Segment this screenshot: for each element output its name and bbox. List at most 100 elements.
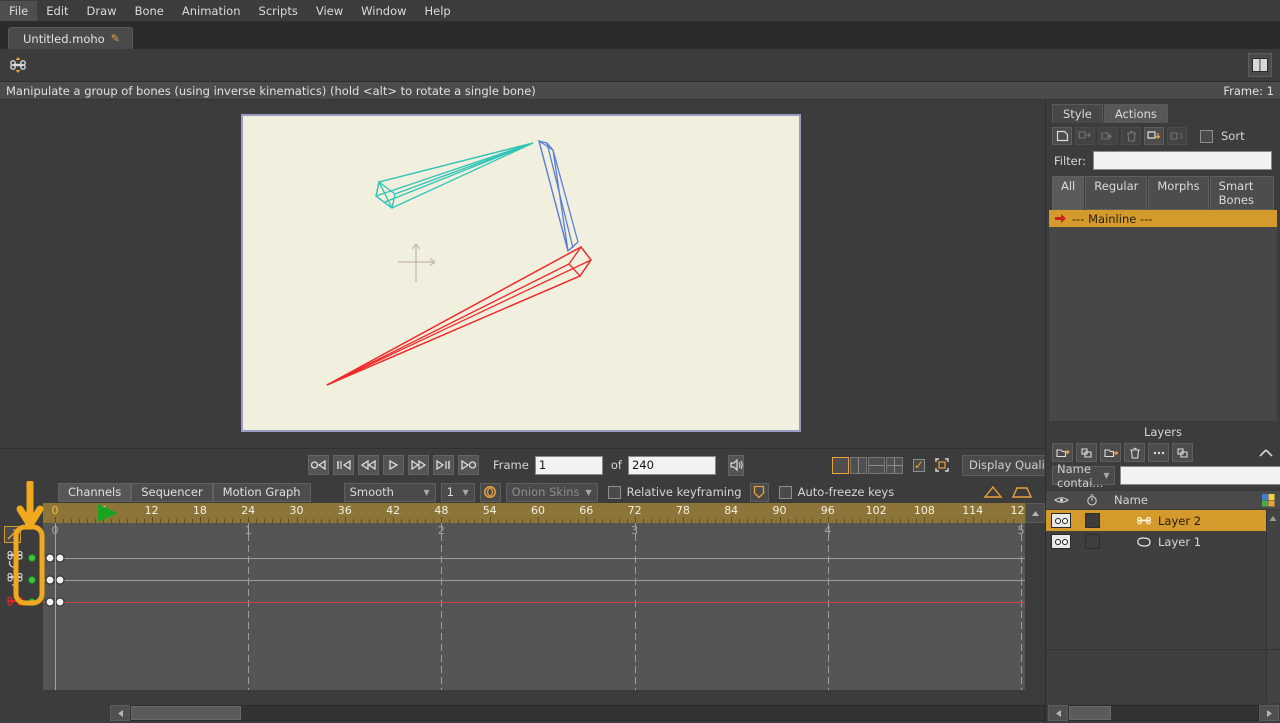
play-button[interactable]: [383, 455, 404, 475]
layers-list[interactable]: Layer 2 Layer 1: [1046, 510, 1280, 650]
scroll-right-button[interactable]: [1259, 705, 1279, 721]
channel-enabled-dot[interactable]: [28, 598, 36, 606]
document-tab[interactable]: Untitled.moho ✎: [8, 27, 133, 49]
channel-enabled-dot[interactable]: [28, 554, 36, 562]
bone-translate-icon[interactable]: [3, 569, 29, 591]
new-action-icon[interactable]: [1052, 127, 1072, 145]
canvas-viewport[interactable]: [0, 100, 1045, 448]
layout-quad-view[interactable]: [885, 456, 903, 474]
bone-red-icon[interactable]: [3, 591, 29, 613]
playhead-flag[interactable]: [98, 504, 118, 522]
scroll-thumb[interactable]: [131, 706, 241, 720]
channel-track-selected[interactable]: [43, 602, 1025, 603]
layers-vertical-scrollbar[interactable]: [1266, 510, 1280, 649]
cat-tab-smart-bones[interactable]: Smart Bones: [1209, 176, 1274, 210]
duplicate-action-icon[interactable]: [1075, 127, 1095, 145]
new-layer-icon[interactable]: [1052, 443, 1073, 462]
layer-visibility-toggle[interactable]: [1046, 513, 1076, 528]
scroll-track[interactable]: [1068, 705, 1259, 721]
actions-list[interactable]: --- Mainline ---: [1048, 210, 1278, 422]
tab-sequencer[interactable]: Sequencer: [131, 482, 213, 502]
sort-checkbox[interactable]: [1200, 129, 1213, 143]
menu-item-edit[interactable]: Edit: [37, 1, 77, 21]
scroll-track[interactable]: [130, 705, 1045, 721]
second-label: 3: [631, 524, 639, 537]
triangle-up-icon[interactable]: [983, 485, 1003, 499]
tab-channels[interactable]: Channels: [58, 482, 132, 502]
bone-rotate-icon[interactable]: [3, 547, 29, 569]
auto-freeze-keys-checkbox[interactable]: [778, 485, 792, 499]
channel-enabled-dot[interactable]: [28, 576, 36, 584]
crop-icon[interactable]: [934, 457, 950, 473]
layers-horizontal-scrollbar[interactable]: [1046, 703, 1280, 723]
go-to-end-button[interactable]: [458, 455, 479, 475]
next-keyframe-button[interactable]: [433, 455, 454, 475]
apply-action-icon[interactable]: 1: [1167, 127, 1187, 145]
new-group-icon[interactable]: [1100, 443, 1121, 462]
layer-search-input[interactable]: [1119, 466, 1280, 485]
onion-ring-icon[interactable]: [479, 482, 501, 502]
interpolation-select[interactable]: Smooth ▼: [343, 482, 436, 502]
menu-item-bone[interactable]: Bone: [126, 1, 173, 21]
layer-color-swatch[interactable]: [1076, 534, 1108, 549]
relative-keyframing-checkbox[interactable]: [607, 485, 621, 499]
more-options-icon[interactable]: [1148, 443, 1169, 462]
list-item[interactable]: --- Mainline ---: [1049, 210, 1277, 227]
duplicate-layer-icon[interactable]: [1076, 443, 1097, 462]
book-icon[interactable]: [1248, 53, 1272, 77]
previous-keyframe-button[interactable]: [333, 455, 354, 475]
scroll-left-button[interactable]: [110, 705, 130, 721]
cat-tab-regular[interactable]: Regular: [1085, 176, 1148, 210]
frame-input[interactable]: [534, 455, 603, 475]
scroll-left-button[interactable]: [1048, 705, 1068, 721]
delete-layer-icon[interactable]: [1124, 443, 1145, 462]
table-row[interactable]: Layer 2: [1046, 510, 1280, 531]
delete-action-icon[interactable]: [1121, 127, 1141, 145]
onion-skins-select[interactable]: Onion Skins ▼: [505, 482, 598, 502]
cat-tab-morphs[interactable]: Morphs: [1148, 176, 1209, 210]
speaker-icon[interactable]: [727, 454, 744, 476]
layer-settings-icon[interactable]: [1172, 443, 1193, 462]
insert-action-icon[interactable]: [1144, 127, 1164, 145]
bone-manipulate-icon[interactable]: [6, 53, 32, 77]
step-back-button[interactable]: [358, 455, 379, 475]
rename-action-icon[interactable]: [1098, 127, 1118, 145]
menu-item-view[interactable]: View: [307, 1, 352, 21]
trapezoid-icon[interactable]: [1011, 485, 1033, 499]
render-preview-checkbox[interactable]: ✓: [912, 458, 925, 472]
cat-tab-all[interactable]: All: [1052, 176, 1085, 210]
timeline-graph-area[interactable]: 012345: [43, 523, 1025, 690]
total-frames-input[interactable]: [627, 455, 716, 475]
layout-two-column-view[interactable]: [849, 456, 867, 474]
canvas-paper[interactable]: [241, 114, 801, 432]
expand-arrows-icon[interactable]: [4, 526, 21, 543]
channel-track[interactable]: [43, 580, 1025, 581]
tab-style[interactable]: Style: [1052, 104, 1103, 123]
table-row[interactable]: Layer 1: [1046, 531, 1280, 552]
tab-actions[interactable]: Actions: [1103, 104, 1168, 123]
timeline-ruler[interactable]: 0 6 12 18 24 30 36 42 48 54 60 66 72 78 84 90 96 102 108 11…: [43, 503, 1025, 523]
shield-icon[interactable]: [749, 482, 769, 502]
menu-item-draw[interactable]: Draw: [78, 1, 126, 21]
menu-item-scripts[interactable]: Scripts: [250, 1, 307, 21]
scroll-thumb[interactable]: [1069, 706, 1111, 720]
layer-color-swatch[interactable]: [1076, 513, 1108, 528]
interpolation-value-select[interactable]: 1 ▼: [440, 482, 475, 502]
filter-input[interactable]: [1093, 151, 1273, 170]
menu-item-help[interactable]: Help: [416, 1, 460, 21]
menu-item-file[interactable]: File: [0, 0, 38, 21]
step-forward-button[interactable]: [408, 455, 429, 475]
menu-item-window[interactable]: Window: [352, 1, 415, 21]
color-swatch-icon[interactable]: [1256, 491, 1280, 509]
menu-item-animation[interactable]: Animation: [173, 1, 250, 21]
layer-search-mode-select[interactable]: Name contai... ▼: [1052, 462, 1115, 490]
go-to-start-button[interactable]: [308, 455, 329, 475]
chevron-up-icon[interactable]: [1258, 447, 1274, 459]
channel-track[interactable]: [43, 558, 1025, 559]
layout-single-view[interactable]: [831, 456, 849, 474]
timeline-horizontal-scrollbar[interactable]: [0, 703, 1045, 723]
timeline-scroll-up-button[interactable]: [1025, 503, 1045, 523]
layout-two-row-view[interactable]: [867, 456, 885, 474]
layer-visibility-toggle[interactable]: [1046, 534, 1076, 549]
tab-motion-graph[interactable]: Motion Graph: [212, 482, 311, 502]
